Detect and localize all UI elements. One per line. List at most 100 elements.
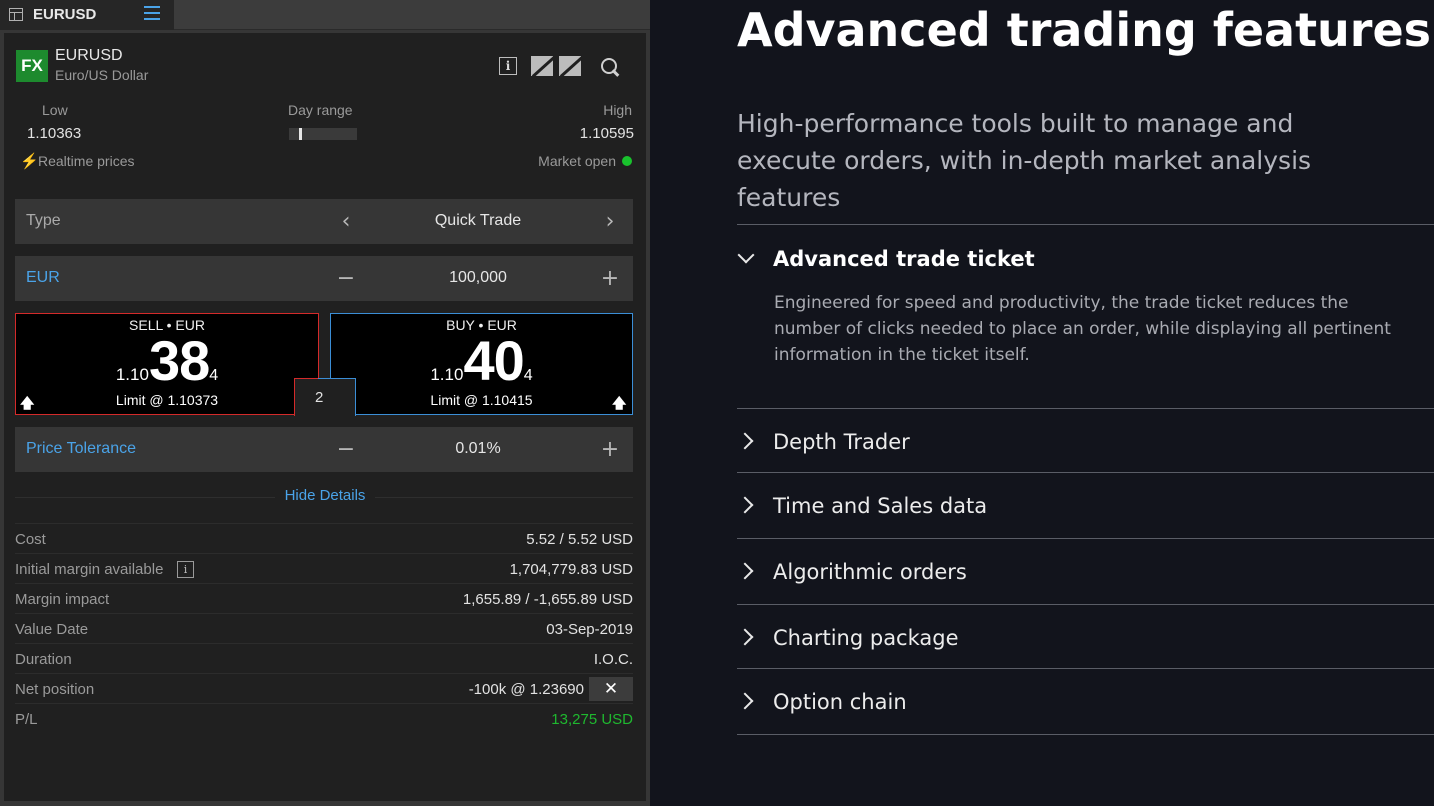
accordion-title: Depth Trader (773, 430, 910, 454)
tolerance-decrease-button[interactable]: − (331, 435, 361, 465)
realtime-prices-label: Realtime prices (38, 153, 135, 169)
low-value: 1.10363 (27, 125, 82, 142)
info-icon[interactable]: i (499, 57, 517, 75)
chevron-left-icon[interactable]: ‹ (331, 207, 361, 237)
chevron-down-icon (737, 246, 755, 264)
cost-value: 5.52 / 5.52 USD (526, 531, 633, 548)
tab-eurusd[interactable]: EURUSD (0, 0, 174, 30)
amount-row: EUR − 100,000 + (15, 256, 633, 301)
page-subtitle: High-performance tools built to manage a… (737, 109, 1312, 212)
sell-button[interactable]: SELL • EUR 1.10384 Limit @ 1.10373 🡅 (15, 313, 319, 415)
tab-title: EURUSD (33, 6, 97, 23)
low-label: Low (42, 102, 68, 118)
buy-price-prefix: 1.10 (430, 365, 464, 384)
amount-decrease-button[interactable]: − (331, 264, 361, 294)
value-date-value: 03-Sep-2019 (546, 621, 633, 638)
detail-row-cost: Cost 5.52 / 5.52 USD (15, 523, 633, 553)
order-type-row: Type ‹ Quick Trade › (15, 199, 633, 244)
chevron-right-icon (736, 692, 754, 710)
pl-value: 13,275 USD (551, 711, 633, 728)
accordion-divider (737, 472, 1434, 473)
margin-impact-value: 1,655.89 / -1,655.89 USD (462, 591, 633, 608)
detail-row-duration: Duration I.O.C. (15, 643, 633, 673)
amount-value[interactable]: 100,000 (408, 269, 548, 287)
detail-row-value-date: Value Date 03-Sep-2019 (15, 613, 633, 643)
instrument-name: Euro/US Dollar (55, 67, 149, 83)
fx-badge: FX (16, 50, 48, 82)
accordion-title: Option chain (773, 690, 907, 714)
trade-ticket-window: EURUSD FX EURUSD Euro/US Dollar i Low 1.… (0, 0, 650, 806)
lightning-icon: ⚡ (20, 153, 39, 170)
arrow-up-icon: 🡅 (20, 396, 35, 412)
buy-price: 1.10404 (331, 328, 632, 393)
hide-details-label: Hide Details (274, 487, 376, 504)
amount-increase-button[interactable]: + (595, 264, 625, 294)
accordion-item-depth-trader[interactable]: Depth Trader (736, 430, 1434, 460)
amount-currency-label[interactable]: EUR (26, 269, 60, 287)
value-date-label: Value Date (15, 621, 89, 638)
hamburger-menu-icon[interactable] (144, 6, 160, 22)
buy-price-pip: 4 (523, 367, 533, 384)
spread-value: 2 (315, 389, 324, 406)
initial-margin-value: 1,704,779.83 USD (509, 561, 633, 578)
duration-value: I.O.C. (593, 651, 633, 668)
day-range-marker (299, 128, 302, 140)
accordion-divider (737, 668, 1434, 669)
chevron-right-icon (736, 432, 754, 450)
page-title: Advanced trading features (737, 3, 1432, 57)
sell-price-prefix: 1.10 (115, 365, 149, 384)
price-tolerance-label[interactable]: Price Tolerance (26, 440, 136, 458)
chevron-right-icon (736, 496, 754, 514)
high-label: High (603, 102, 632, 118)
close-position-button[interactable]: ✕ (589, 677, 633, 701)
accordion-title: Charting package (773, 626, 959, 650)
accordion-item-time-and-sales[interactable]: Time and Sales data (736, 494, 1434, 524)
buy-price-big: 40 (463, 329, 524, 392)
sell-limit: Limit @ 1.10373 (115, 392, 219, 408)
cost-label: Cost (15, 531, 46, 548)
chevron-right-icon (736, 628, 754, 646)
table-icon (9, 8, 23, 21)
accordion-body: Engineered for speed and productivity, t… (774, 293, 1391, 365)
accordion-divider (737, 538, 1434, 539)
net-position-value: -100k @ 1.23690 (468, 681, 584, 698)
buy-limit: Limit @ 1.10415 (430, 392, 533, 408)
sell-price-pip: 4 (209, 367, 219, 384)
accordion-divider (737, 408, 1434, 409)
tolerance-increase-button[interactable]: + (595, 435, 625, 465)
chevron-right-icon (736, 562, 754, 580)
margin-impact-label: Margin impact (15, 591, 110, 608)
order-type-label: Type (26, 212, 61, 229)
buy-button[interactable]: BUY • EUR 1.10404 Limit @ 1.10415 🡅 (330, 313, 633, 415)
accordion-divider (737, 224, 1434, 225)
detail-row-pl: P/L 13,275 USD (15, 703, 633, 733)
chart-icon[interactable] (559, 56, 581, 76)
net-position-label: Net position (15, 681, 95, 698)
market-open-dot-icon (622, 156, 632, 166)
features-section: Advanced trading features High-performan… (650, 0, 1434, 806)
accordion-item-advanced-trade-ticket[interactable]: Advanced trade ticket (737, 246, 1434, 277)
accordion-title: Time and Sales data (773, 494, 988, 518)
chevron-right-icon[interactable]: › (595, 207, 625, 237)
pl-label: P/L (15, 711, 38, 728)
instrument-symbol: EURUSD (55, 47, 123, 64)
day-range-label: Day range (288, 102, 353, 118)
accordion-divider (737, 734, 1434, 735)
search-icon[interactable] (600, 57, 620, 77)
window-tab-bar: EURUSD (0, 0, 650, 30)
info-icon[interactable]: i (177, 561, 194, 578)
detail-row-margin-impact: Margin impact 1,655.89 / -1,655.89 USD (15, 583, 633, 613)
spread-notch-right (318, 378, 356, 416)
sell-price: 1.10384 (16, 328, 318, 393)
detail-row-net-position: Net position -100k @ 1.23690 ✕ (15, 673, 633, 703)
day-range-bar (289, 128, 357, 140)
price-tolerance-value[interactable]: 0.01% (408, 440, 548, 458)
accordion-item-option-chain[interactable]: Option chain (736, 690, 1434, 720)
initial-margin-label: Initial margin available (15, 561, 164, 578)
price-tolerance-row: Price Tolerance − 0.01% + (15, 427, 633, 472)
accordion-item-charting-package[interactable]: Charting package (736, 626, 1434, 656)
hide-details-link[interactable]: Hide Details (4, 487, 646, 504)
accordion-divider (737, 604, 1434, 605)
accordion-item-algorithmic-orders[interactable]: Algorithmic orders (736, 560, 1434, 590)
chart-icon[interactable] (531, 56, 553, 76)
